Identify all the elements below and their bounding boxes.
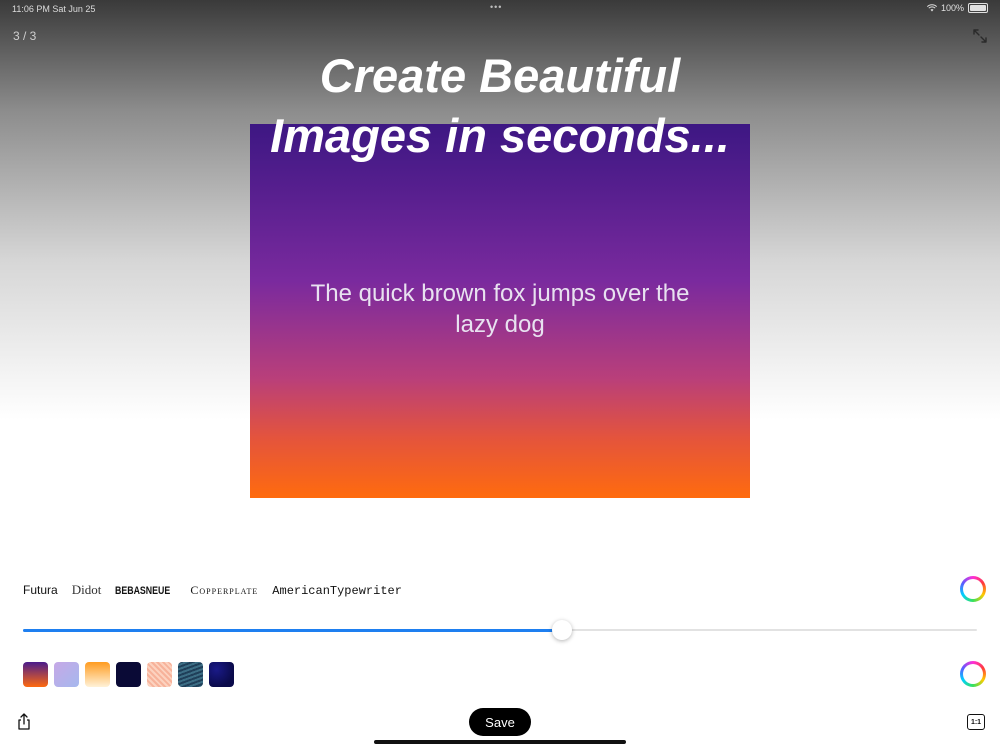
slider-fill bbox=[23, 629, 562, 632]
status-time: 11:06 PM Sat Jun 25 bbox=[12, 4, 96, 14]
font-size-slider[interactable] bbox=[23, 620, 977, 640]
canvas-sample-text[interactable]: The quick brown fox jumps over the lazy … bbox=[290, 278, 710, 340]
aspect-ratio-button[interactable]: 1:1 bbox=[967, 714, 985, 730]
background-color-picker-icon[interactable] bbox=[960, 661, 986, 687]
multitasking-dots[interactable]: ••• bbox=[490, 2, 502, 12]
font-option-copperplate[interactable]: Copperplate bbox=[190, 583, 258, 598]
swatch-navy[interactable] bbox=[116, 662, 141, 687]
image-canvas[interactable]: The quick brown fox jumps over the lazy … bbox=[250, 124, 750, 498]
wifi-icon bbox=[926, 4, 937, 12]
home-indicator bbox=[374, 740, 626, 744]
page-counter: 3 / 3 bbox=[13, 29, 37, 43]
font-option-americantypewriter[interactable]: AmericanTypewriter bbox=[272, 584, 402, 598]
save-button[interactable]: Save bbox=[469, 708, 531, 736]
headline: Create Beautiful Images in seconds... bbox=[200, 46, 800, 166]
swatch-teal-pattern[interactable] bbox=[178, 662, 203, 687]
share-icon[interactable] bbox=[16, 713, 32, 731]
battery-icon bbox=[968, 3, 988, 13]
swatch-deep-blue[interactable] bbox=[209, 662, 234, 687]
expand-icon[interactable] bbox=[972, 28, 988, 44]
headline-line-2: Images in seconds... bbox=[270, 109, 730, 162]
status-indicators: 100% bbox=[926, 3, 988, 13]
swatch-purple-orange[interactable] bbox=[23, 662, 48, 687]
font-option-bebasneue[interactable]: BEBASNEUE bbox=[115, 585, 170, 597]
slider-thumb[interactable] bbox=[552, 620, 572, 640]
swatch-orange-cream[interactable] bbox=[85, 662, 110, 687]
headline-line-1: Create Beautiful bbox=[319, 49, 681, 102]
swatch-lavender[interactable] bbox=[54, 662, 79, 687]
swatch-peach-pattern[interactable] bbox=[147, 662, 172, 687]
status-bar: 11:06 PM Sat Jun 25 ••• 100% bbox=[0, 0, 1000, 18]
text-color-picker-icon[interactable] bbox=[960, 576, 986, 602]
battery-percent: 100% bbox=[940, 3, 964, 13]
font-option-didot[interactable]: Didot bbox=[72, 582, 102, 598]
font-picker: Futura Didot BEBASNEUE Copperplate Ameri… bbox=[23, 582, 402, 598]
background-swatches bbox=[23, 662, 234, 687]
font-option-futura[interactable]: Futura bbox=[23, 583, 58, 597]
